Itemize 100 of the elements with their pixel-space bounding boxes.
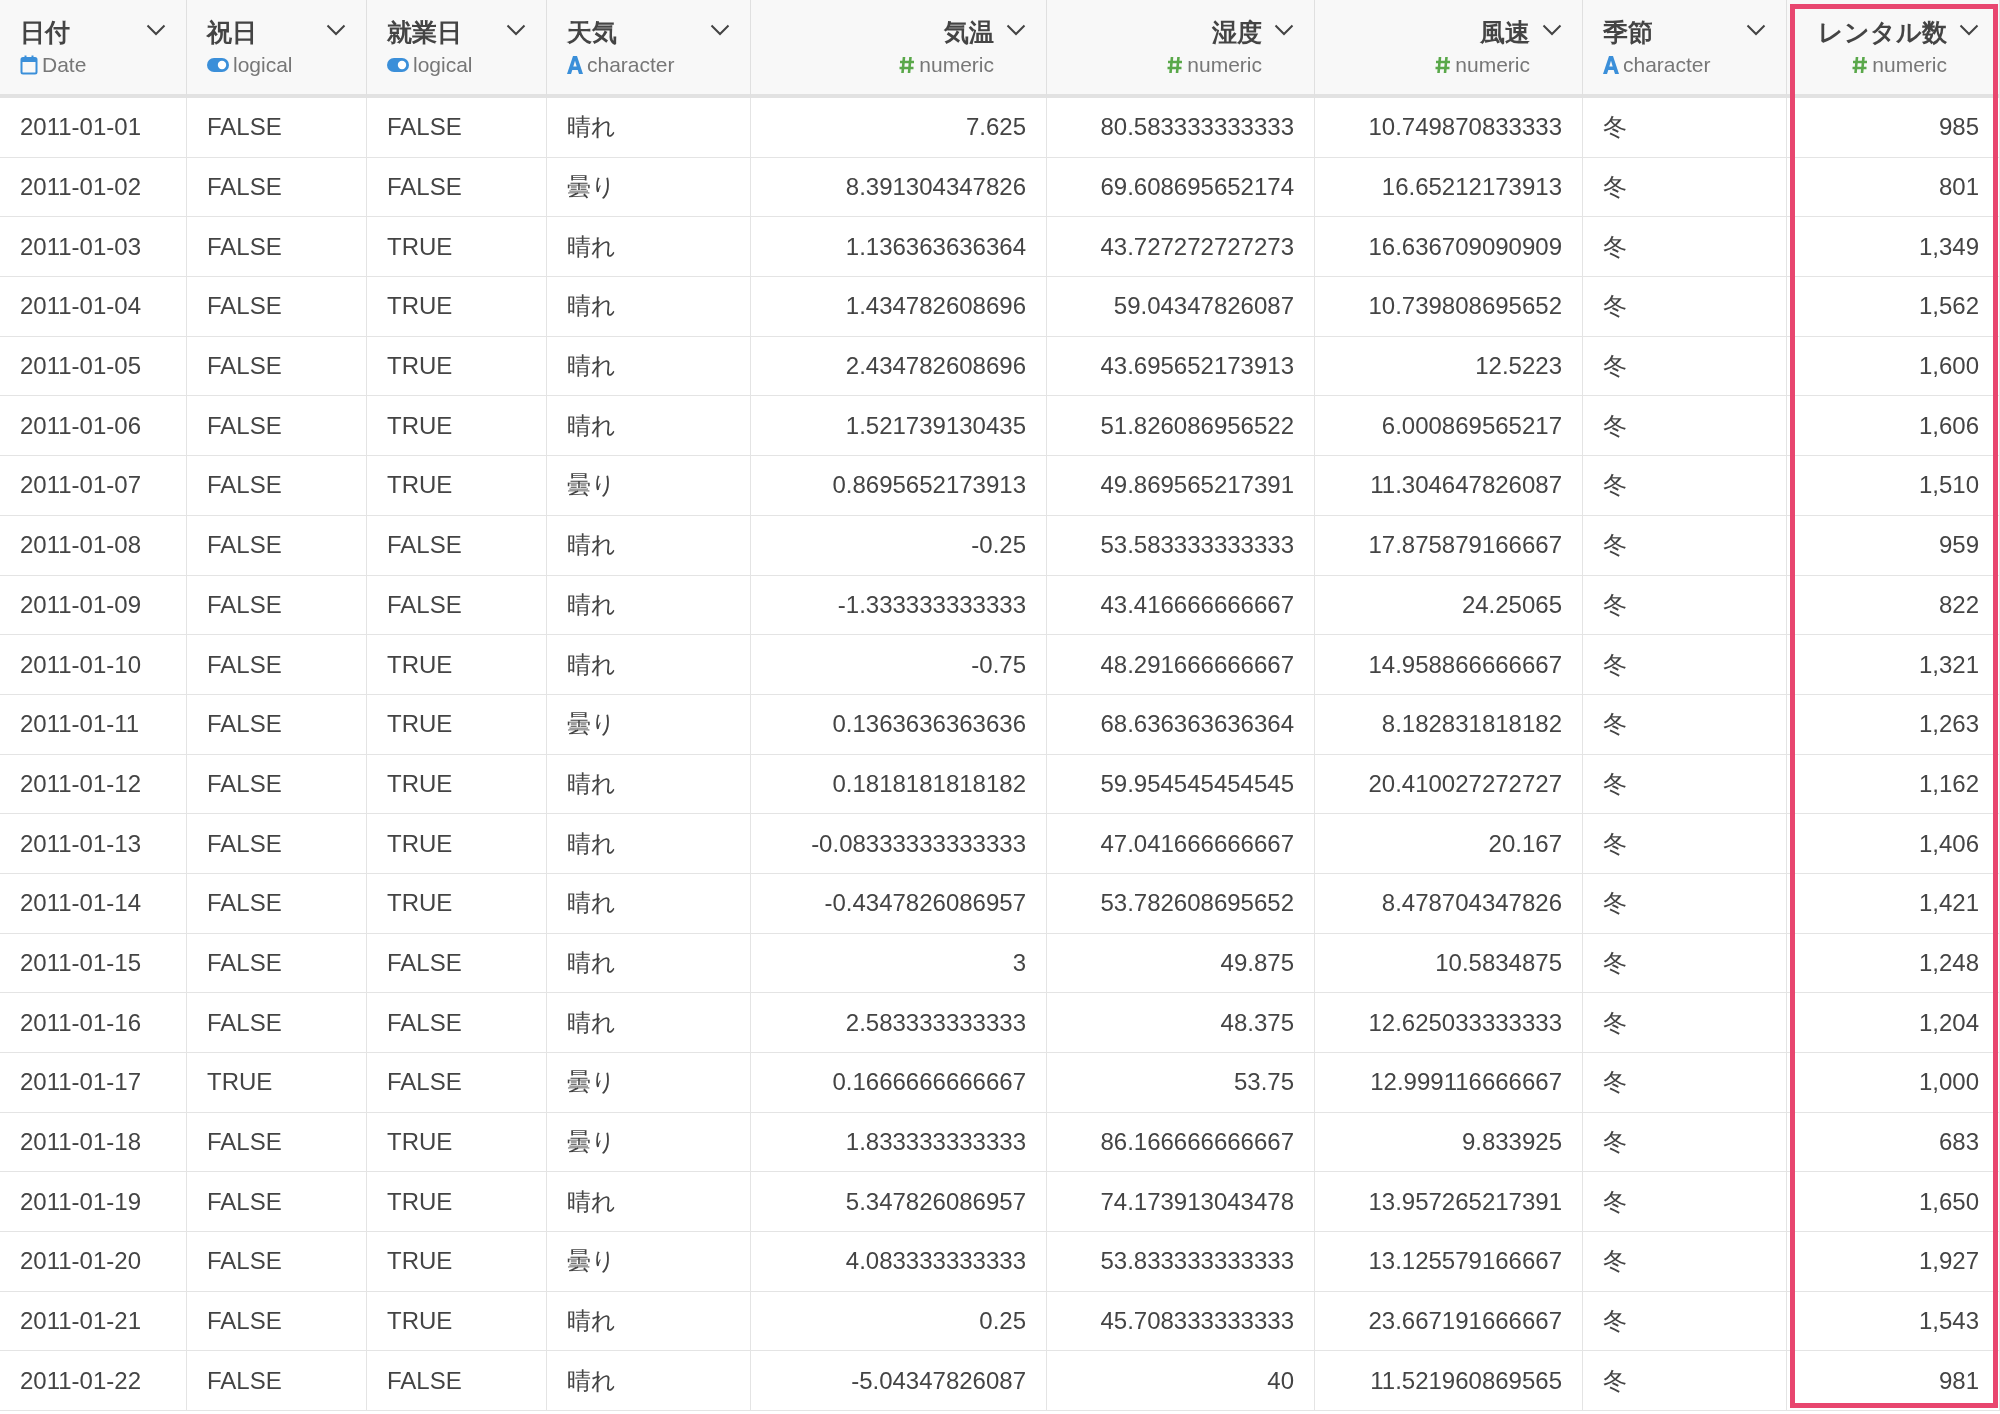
table-cell: FALSE (367, 575, 547, 636)
table-cell: 1,606 (1787, 396, 2000, 457)
table-cell: 43.416666666667 (1047, 575, 1315, 636)
hash-icon (899, 56, 916, 74)
column-type: logical (233, 52, 293, 78)
table-cell: 45.708333333333 (1047, 1291, 1315, 1352)
table-cell: 2011-01-05 (0, 336, 187, 397)
table-cell: 48.291666666667 (1047, 635, 1315, 695)
table-cell: 24.25065 (1315, 575, 1583, 636)
table-cell: -0.75 (751, 635, 1047, 695)
column-header[interactable]: 季節 character (1583, 0, 1787, 98)
column-header[interactable]: 就業日 logical (367, 0, 547, 98)
table-cell: 53.583333333333 (1047, 515, 1315, 576)
table-cell: 0.25 (751, 1291, 1047, 1352)
column-title: 季節 (1603, 17, 1653, 48)
chevron-down-icon[interactable] (1274, 24, 1294, 36)
column-title: 日付 (20, 17, 70, 48)
table-cell: 51.826086956522 (1047, 396, 1315, 457)
table-cell: FALSE (187, 1232, 367, 1292)
table-cell: 1,162 (1787, 754, 2000, 815)
table-cell: TRUE (367, 635, 547, 695)
table-cell: 0.1363636363636 (751, 694, 1047, 755)
table-cell: 冬 (1583, 1112, 1787, 1173)
table-cell: 晴れ (547, 635, 751, 695)
chevron-down-icon[interactable] (710, 24, 730, 36)
chevron-down-icon[interactable] (1006, 24, 1026, 36)
table-cell: TRUE (367, 456, 547, 516)
column-header[interactable]: 湿度 numeric (1047, 0, 1315, 98)
table-cell: 2011-01-11 (0, 694, 187, 755)
chevron-down-icon[interactable] (1542, 24, 1562, 36)
table-cell: 8.182831818182 (1315, 694, 1583, 755)
table-cell: FALSE (187, 1351, 367, 1412)
table-cell: 晴れ (547, 575, 751, 636)
table-cell: 2011-01-21 (0, 1291, 187, 1352)
table-cell: 1,421 (1787, 873, 2000, 934)
column-type: Date (42, 52, 87, 78)
table-cell: 4.083333333333 (751, 1232, 1047, 1292)
table-cell: 12.625033333333 (1315, 993, 1583, 1053)
column-header[interactable]: 天気 character (547, 0, 751, 98)
table-cell: 20.410027272727 (1315, 754, 1583, 815)
table-cell: 冬 (1583, 754, 1787, 815)
chevron-down-icon[interactable] (326, 24, 346, 36)
chevron-down-icon[interactable] (1746, 24, 1766, 36)
table-cell: 2011-01-06 (0, 396, 187, 457)
table-cell: FALSE (187, 575, 367, 636)
table-cell: 11.521960869565 (1315, 1351, 1583, 1412)
table-cell: 2.583333333333 (751, 993, 1047, 1053)
table-cell: 5.347826086957 (751, 1172, 1047, 1233)
hash-icon (1435, 56, 1452, 74)
table-cell: 晴れ (547, 873, 751, 934)
table-cell: 1,562 (1787, 277, 2000, 337)
table-cell: 晴れ (547, 1351, 751, 1412)
column-title: 祝日 (207, 17, 257, 48)
table-cell: 13.125579166667 (1315, 1232, 1583, 1292)
table-cell: 10.739808695652 (1315, 277, 1583, 337)
table-cell: TRUE (367, 217, 547, 278)
table-cell: TRUE (187, 1053, 367, 1113)
chevron-down-icon[interactable] (506, 24, 526, 36)
table-cell: 3 (751, 933, 1047, 994)
table-cell: 0.1666666666667 (751, 1053, 1047, 1113)
table-cell: 冬 (1583, 98, 1787, 158)
table-cell: 2011-01-03 (0, 217, 187, 278)
table-cell: 2011-01-01 (0, 98, 187, 158)
chevron-down-icon[interactable] (1959, 24, 1979, 36)
table-cell: 2011-01-07 (0, 456, 187, 516)
table-cell: TRUE (367, 1112, 547, 1173)
table-cell: TRUE (367, 694, 547, 755)
table-cell: 2011-01-10 (0, 635, 187, 695)
table-cell: 晴れ (547, 98, 751, 158)
table-cell: 86.166666666667 (1047, 1112, 1315, 1173)
table-cell: FALSE (367, 1053, 547, 1113)
table-cell: 2011-01-18 (0, 1112, 187, 1173)
table-cell: 曇り (547, 1232, 751, 1292)
table-cell: 1,204 (1787, 993, 2000, 1053)
table-cell: 2011-01-12 (0, 754, 187, 815)
table-cell: 1,263 (1787, 694, 2000, 755)
table-cell: 晴れ (547, 1172, 751, 1233)
table-cell: 6.000869565217 (1315, 396, 1583, 457)
table-cell: TRUE (367, 336, 547, 397)
column-header[interactable]: 祝日 logical (187, 0, 367, 98)
table-cell: 53.833333333333 (1047, 1232, 1315, 1292)
column-header[interactable]: 風速 numeric (1315, 0, 1583, 98)
table-cell: 冬 (1583, 1232, 1787, 1292)
table-cell: 冬 (1583, 336, 1787, 397)
table-cell: FALSE (187, 1291, 367, 1352)
table-cell: 2011-01-13 (0, 814, 187, 874)
table-cell: FALSE (187, 814, 367, 874)
table-cell: FALSE (187, 993, 367, 1053)
column-header[interactable]: 日付 Date (0, 0, 187, 98)
chevron-down-icon[interactable] (146, 24, 166, 36)
table-cell: TRUE (367, 277, 547, 337)
table-cell: 1,349 (1787, 217, 2000, 278)
table-cell: -1.333333333333 (751, 575, 1047, 636)
column-header[interactable]: レンタル数 numeric (1787, 0, 2000, 98)
table-cell: 晴れ (547, 396, 751, 457)
table-cell: 822 (1787, 575, 2000, 636)
column-header[interactable]: 気温 numeric (751, 0, 1047, 98)
table-cell: 12.999116666667 (1315, 1053, 1583, 1113)
table-cell: 冬 (1583, 456, 1787, 516)
table-cell: 1,000 (1787, 1053, 2000, 1113)
